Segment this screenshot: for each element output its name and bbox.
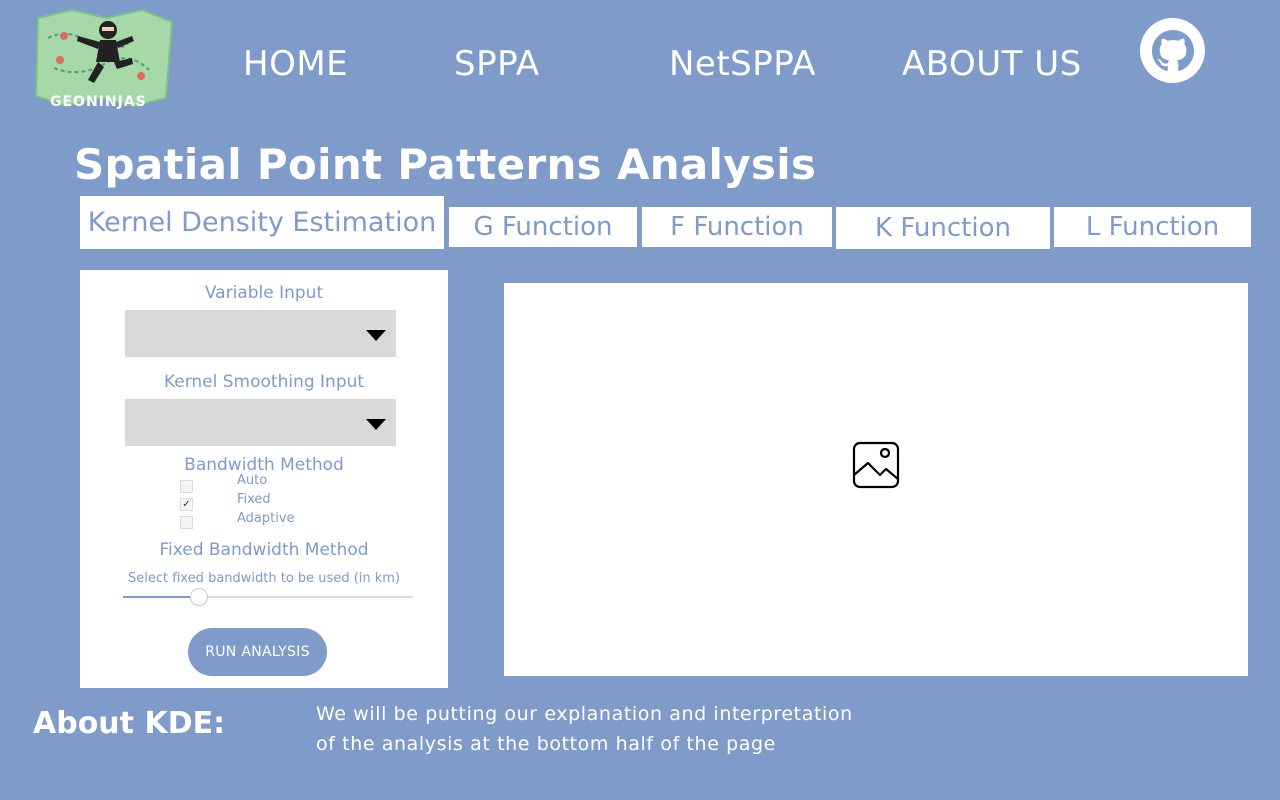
kde-output-area	[504, 283, 1248, 676]
tab-g-function[interactable]: G Function	[449, 207, 637, 247]
image-placeholder-icon	[852, 441, 900, 489]
run-analysis-button[interactable]: RUN ANALYSIS	[188, 628, 327, 676]
bandwidth-adaptive-label: Adaptive	[237, 511, 295, 526]
bandwidth-fixed-label: Fixed	[237, 492, 271, 507]
nav-netsppa[interactable]: NetSPPA	[669, 40, 816, 88]
fixed-bandwidth-method-label: Fixed Bandwidth Method	[159, 540, 369, 560]
checkmark-icon: ✓	[182, 499, 191, 510]
page-title: Spatial Point Patterns Analysis	[74, 140, 817, 189]
bandwidth-slider-thumb[interactable]	[190, 588, 209, 606]
github-button[interactable]	[1140, 18, 1205, 83]
logo-text: GEONINJAS	[50, 94, 147, 110]
kernel-smoothing-select[interactable]	[125, 399, 396, 446]
tab-l-function[interactable]: L Function	[1054, 207, 1251, 247]
bandwidth-fixed-checkbox[interactable]: ✓	[180, 498, 193, 511]
chevron-down-icon	[366, 419, 386, 430]
geoninjas-logo[interactable]: GEONINJAS	[34, 8, 176, 112]
tab-k-function[interactable]: K Function	[836, 207, 1050, 249]
bandwidth-slider-fill	[123, 596, 199, 598]
about-kde-title: About KDE:	[33, 706, 226, 741]
about-kde-text-line1: We will be putting our explanation and i…	[316, 703, 853, 725]
nav-home[interactable]: HOME	[243, 40, 348, 88]
variable-input-label: Variable Input	[204, 283, 324, 303]
bandwidth-auto-checkbox[interactable]	[180, 480, 193, 493]
tab-f-function[interactable]: F Function	[642, 207, 832, 247]
about-kde-text-line2: of the analysis at the bottom half of th…	[316, 733, 776, 755]
bandwidth-method-label: Bandwidth Method	[184, 455, 344, 475]
nav-about-us[interactable]: ABOUT US	[902, 40, 1082, 88]
bandwidth-auto-label: Auto	[237, 473, 268, 488]
kernel-smoothing-input-label: Kernel Smoothing Input	[163, 372, 365, 392]
variable-input-select[interactable]	[125, 310, 396, 357]
github-icon	[1151, 29, 1194, 71]
nav-sppa[interactable]: SPPA	[454, 40, 540, 88]
control-panel: Variable Input Kernel Smoothing Input Ba…	[80, 270, 448, 688]
tab-kernel-density-estimation[interactable]: Kernel Density Estimation	[80, 196, 444, 249]
slider-label: Select fixed bandwidth to be used (in km…	[127, 571, 401, 586]
bandwidth-adaptive-checkbox[interactable]	[180, 516, 193, 529]
chevron-down-icon	[366, 330, 386, 341]
